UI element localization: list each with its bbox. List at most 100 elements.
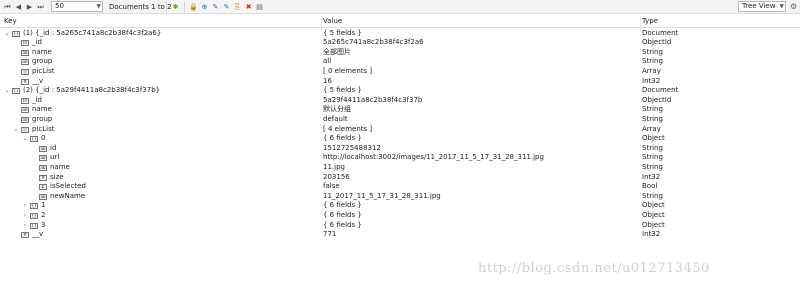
int32-icon: #	[21, 78, 29, 85]
column-header-key[interactable]: Key	[4, 17, 17, 25]
row-value: 11.jpg	[323, 162, 345, 171]
tree-row[interactable]: ab group all String	[0, 57, 800, 67]
last-page-icon[interactable]: ⏭	[36, 2, 45, 12]
row-type: Object	[642, 201, 665, 210]
tree-row[interactable]: ›{} 2 { 6 fields } Object	[0, 211, 800, 221]
bool-icon: b	[39, 184, 47, 191]
row-type: Array	[642, 124, 661, 133]
toolbar-divider	[184, 2, 185, 12]
row-type: Object	[642, 210, 665, 219]
row-key: url	[50, 153, 60, 162]
next-page-icon[interactable]: ▶	[25, 2, 34, 12]
page-size-select[interactable]: 50 ▼	[51, 1, 103, 12]
row-type: Document	[642, 86, 679, 95]
collapse-toggle[interactable]: ⌄	[4, 29, 10, 39]
toolbar-divider	[166, 2, 167, 12]
row-value: { 6 fields }	[323, 220, 362, 229]
row-value: 默认分组	[323, 105, 351, 114]
tree-row[interactable]: Id _id 5a29f4411a8c2b38f4c3f37b ObjectId	[0, 96, 800, 106]
row-type: ObjectId	[642, 38, 672, 47]
row-key: 3	[41, 220, 46, 229]
row-key: group	[32, 114, 53, 123]
row-value: [ 4 elements ]	[323, 124, 373, 133]
row-key: __v	[32, 76, 44, 85]
tree-row[interactable]: ab name 11.jpg String	[0, 163, 800, 173]
row-type: Int32	[642, 76, 661, 85]
tree-row[interactable]: ab group default String	[0, 115, 800, 125]
row-value: 5a29f4411a8c2b38f4c3f37b	[323, 95, 423, 104]
row-key: name	[50, 162, 70, 171]
tree-row[interactable]: ab url http://localhost:3002/images/11_201…	[0, 153, 800, 163]
row-value: 5a265c741a8c2b38f4c3f2a6	[323, 38, 424, 47]
delete-document-icon[interactable]: ✖	[244, 2, 253, 12]
tree-row[interactable]: ⌄{} (1) {_id : 5a265c741a8c2b38f4c3f2a6} {…	[0, 29, 800, 39]
first-page-icon[interactable]: ⏮	[3, 2, 12, 12]
row-value: { 6 fields }	[323, 134, 362, 143]
row-type: String	[642, 47, 663, 56]
row-key: (2) {_id : 5a29f4411a8c2b38f4c3f37b}	[23, 86, 161, 95]
string-icon: ab	[21, 107, 29, 114]
collapse-toggle[interactable]: ⌄	[22, 134, 28, 144]
tree-row[interactable]: ⌄[] picList [ 4 elements ] Array	[0, 125, 800, 135]
prev-page-icon[interactable]: ◀	[14, 2, 23, 12]
row-value: 16	[323, 76, 332, 85]
edit-document-icon[interactable]: ✎	[211, 2, 220, 12]
tree-row[interactable]: ab name 默认分组 String	[0, 105, 800, 115]
expand-toggle[interactable]: ›	[22, 221, 28, 231]
row-key: id	[50, 143, 57, 152]
column-header-type[interactable]: Type	[642, 17, 658, 25]
refresh-icon[interactable]: ✱	[171, 2, 180, 12]
chevron-down-icon: ▼	[96, 3, 101, 10]
tree-row[interactable]: # __v 16 Int32	[0, 77, 800, 87]
column-header-value[interactable]: Value	[323, 17, 342, 25]
row-value: 11_2017_11_5_17_31_28_311.jpg	[323, 191, 441, 200]
view-mode-value: Tree View	[742, 2, 776, 10]
toolbar: ⏮ ◀ ▶ ⏭ 50 ▼ Documents 1 to 2 ✱ 🔒 ⊕ ✎ ✎ …	[0, 0, 800, 14]
copy-document-icon[interactable]: ⎘	[233, 2, 242, 12]
page-size-value: 50	[55, 2, 64, 10]
watermark: http://blog.csdn.net/u012713450	[478, 261, 710, 276]
row-key: 1	[41, 201, 46, 210]
collapse-toggle[interactable]: ⌄	[4, 86, 10, 96]
expand-toggle[interactable]: ›	[22, 201, 28, 211]
row-key: __v	[32, 230, 44, 239]
tree-row[interactable]: ab newName 11_2017_11_5_17_31_28_311.jpg St…	[0, 192, 800, 202]
row-key: group	[32, 57, 53, 66]
row-type: Int32	[642, 172, 661, 181]
tree-row[interactable]: # size 203156 Int32	[0, 173, 800, 183]
tree-row[interactable]: Id _id 5a265c741a8c2b38f4c3f2a6 ObjectId	[0, 38, 800, 48]
row-type: String	[642, 105, 663, 114]
tree-row[interactable]: ⌄{} 0 { 6 fields } Object	[0, 134, 800, 144]
tree-row[interactable]: ⌄{} (2) {_id : 5a29f4411a8c2b38f4c3f37b} {…	[0, 86, 800, 96]
tree-row[interactable]: [] picList [ 0 elements ] Array	[0, 67, 800, 77]
row-type: String	[642, 57, 663, 66]
array-icon: []	[21, 126, 29, 133]
view-mode-select[interactable]: Tree View ▼	[738, 1, 786, 12]
chevron-down-icon: ▼	[779, 3, 784, 10]
add-document-icon[interactable]: ⊕	[200, 2, 209, 12]
objectid-icon: Id	[21, 97, 29, 104]
tree-row[interactable]: # __v 771 Int32	[0, 230, 800, 240]
collapse-toggle[interactable]: ⌄	[13, 125, 19, 135]
tree-row[interactable]: ab name 全部图片 String	[0, 48, 800, 58]
tree-row[interactable]: b isSelected false Bool	[0, 182, 800, 192]
row-type: String	[642, 143, 663, 152]
row-value: { 6 fields }	[323, 201, 362, 210]
export-icon[interactable]: ▤	[255, 2, 264, 12]
edit-document-icon[interactable]: ✎	[222, 2, 231, 12]
settings-icon[interactable]: ⚙	[790, 2, 799, 12]
lock-icon[interactable]: 🔒	[189, 2, 198, 12]
array-icon: []	[21, 68, 29, 75]
tree-row[interactable]: ›{} 3 { 6 fields } Object	[0, 221, 800, 231]
results-tree-grid: Key Value Type ⌄{} (1) {_id : 5a265c741a8…	[0, 14, 800, 290]
row-key: isSelected	[50, 182, 86, 191]
row-key: picList	[32, 124, 55, 133]
tree-row[interactable]: ›{} 1 { 6 fields } Object	[0, 201, 800, 211]
row-value: default	[323, 114, 348, 123]
string-icon: ab	[39, 145, 47, 152]
string-icon: ab	[39, 155, 47, 162]
tree-row[interactable]: ab id 1512725488312 String	[0, 144, 800, 154]
expand-toggle[interactable]: ›	[22, 211, 28, 221]
string-icon: ab	[21, 116, 29, 123]
int32-icon: #	[21, 232, 29, 239]
